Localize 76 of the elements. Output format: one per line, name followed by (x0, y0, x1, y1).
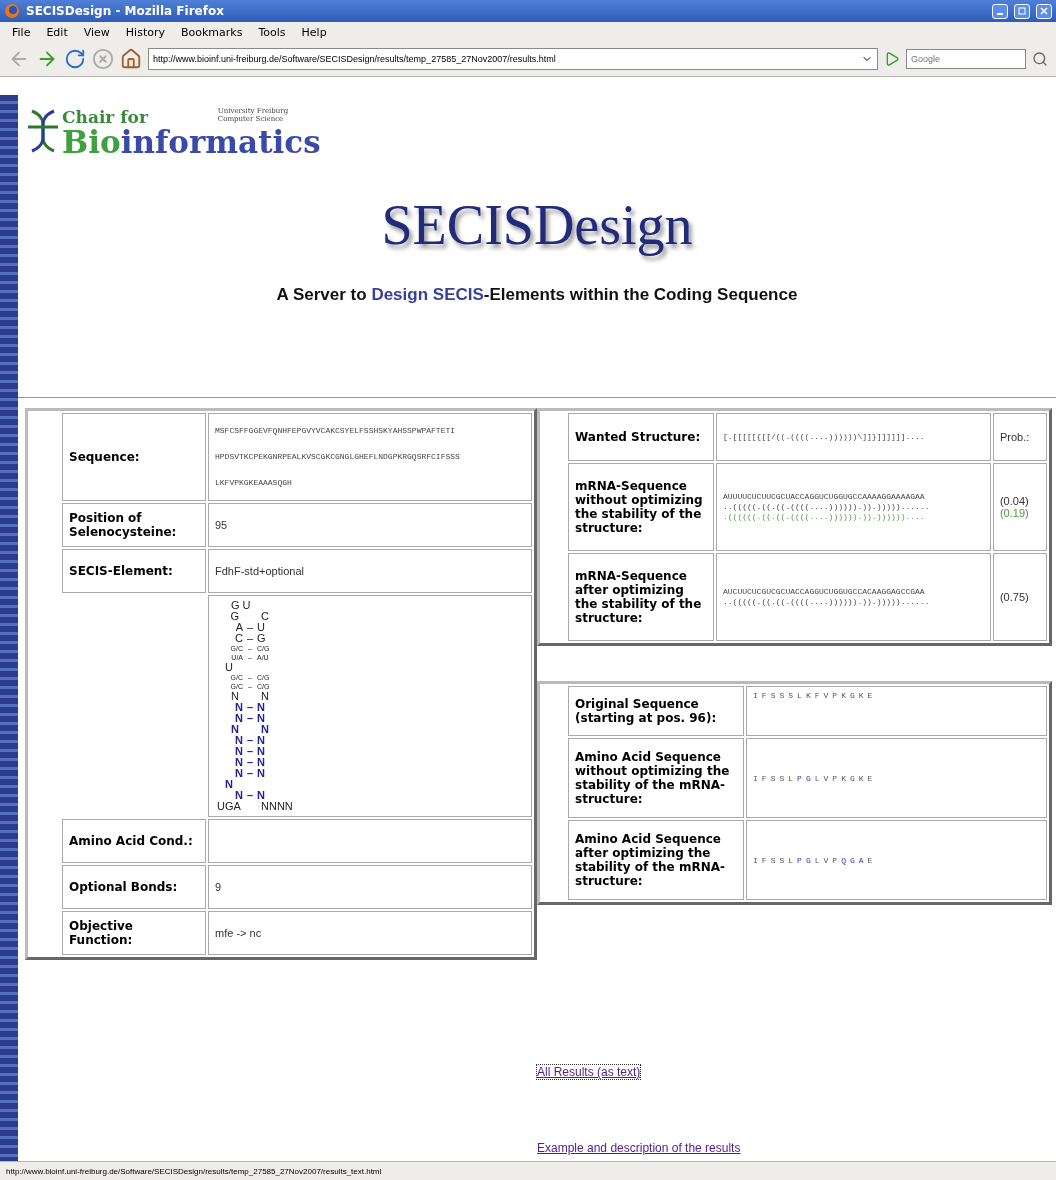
home-button[interactable] (120, 48, 142, 70)
menu-item[interactable]: Bookmarks (173, 25, 251, 39)
sequence-line: AUUUUCUCUUCGCUACCAGGUCUGGUGCCAAAAGGAAAAGAA (723, 492, 925, 502)
window-title: SECISDesign - Mozilla Firefox (26, 4, 225, 18)
menu-item[interactable]: Edit (38, 25, 76, 39)
structure-line: G C (229, 611, 270, 622)
menu-item[interactable]: Tools (250, 25, 294, 39)
address-field[interactable]: http://www.bioinf.uni-freiburg.de/Software/SECISDesign/results/temp_27585_27Nov2007/results.html (148, 48, 878, 70)
structure-line: G U (230, 600, 252, 611)
sequence-line: LKFVPKGKEAAASQGH (215, 478, 292, 488)
row-label: Amino Acid Sequence without optimizing the stability of the mRNA-structure: (568, 738, 744, 818)
table-cell: mfe -> nc (208, 911, 532, 955)
row-label: Original Sequence (starting at pos. 96): (568, 686, 744, 736)
row-label: Amino Acid Cond.: (62, 819, 206, 863)
sequence-line: MSFCSFFGGEVFQNHFEPGVYVCAKCSYELFSSHSKYAHSSPWPAFTETI (215, 426, 456, 436)
row-label: SECIS-Element: (62, 549, 206, 593)
structure-line: N N (230, 724, 270, 735)
browser-logo-icon (4, 3, 20, 19)
row-label: Optional Bonds: (62, 865, 206, 909)
table-cell: FdhF-std+optional (208, 549, 532, 593)
search-button[interactable] (1032, 51, 1048, 67)
close-button[interactable] (1036, 3, 1052, 19)
sequence-line: HPDSVTKCPEKGNRPEALKVSCGKCGNGLGHEFLNDGPKRGQSRFCIFSSS (215, 452, 460, 462)
menu-item[interactable]: File (4, 25, 39, 39)
page-title: SECISDesign (380, 193, 694, 257)
structure-line: UGA NNNN (217, 801, 294, 812)
table-cell: 95 (208, 503, 532, 547)
menu-item[interactable]: View (75, 25, 118, 39)
logo-subtitle: Chair for (62, 107, 148, 127)
row-label: Objective Function: (62, 911, 206, 955)
probability-value: (0.04) (999, 495, 1030, 507)
structure-line: [.[[[[[{[[/((.((((....))))))\]]}]]]]]].... (723, 432, 925, 442)
menu-item[interactable]: Help (293, 25, 335, 39)
status-text: http://www.bioinf.uni-freiburg.de/Software/SECISDesign/results/temp_27585_27Nov2007/results_text.html (6, 1166, 382, 1176)
structure-line: N – N (234, 746, 266, 757)
minimize-button[interactable] (992, 3, 1008, 19)
structure-line: N – N (234, 713, 266, 724)
structure-line: N N (230, 691, 270, 702)
structure-line: N (224, 779, 234, 790)
probability-value: Prob.: (999, 431, 1031, 443)
structure-line: .((((((.((.((.((((....)))))).)).)))))).... (723, 512, 925, 522)
row-label: Wanted Structure: (568, 413, 714, 461)
row-label: Position of Selenocysteine: (62, 503, 206, 547)
maximize-icon (1018, 7, 1026, 15)
helix-logo-icon (26, 107, 60, 155)
amino-acid-sequence: I F S S S L K F V P K G K E (753, 691, 874, 700)
structure-line: U (224, 662, 234, 673)
row-label: mRNA-Sequence after optimizing the stability of the structure: (568, 553, 714, 641)
menu-item[interactable]: History (117, 25, 173, 39)
maximize-button[interactable] (1014, 3, 1030, 19)
text-link[interactable]: All Results (as text) (537, 1065, 641, 1079)
search-field[interactable]: Google (906, 49, 1026, 69)
structure-line: N – N (234, 768, 266, 779)
page-subtitle: A Server to Design SECIS-Elements within the Coding Sequence (275, 285, 799, 305)
table-cell: 9 (208, 865, 532, 909)
row-label: Sequence: (62, 413, 206, 501)
structure-line: ..(((((.((.((.((((....)))))).)).)))))...... (723, 502, 930, 512)
row-label: mRNA-Sequence without optimizing the stability of the structure: (568, 463, 714, 551)
text-link[interactable]: Example and description of the results (537, 1141, 741, 1155)
row-label: Amino Acid Sequence after optimizing the stability of the mRNA-structure: (568, 820, 744, 900)
logo-title: Bioinformatics (62, 127, 321, 157)
structure-line: N – N (234, 702, 266, 713)
sequence-line: AUCUUCUCGUCGCUACCAGGUCUGGUGCCACAAGGAGCCGAA (723, 587, 925, 597)
amino-acid-sequence: I F S S L P G L V P K G K E (753, 773, 874, 783)
reload-button[interactable] (64, 48, 86, 70)
structure-line: N – N (234, 735, 266, 746)
structure-line: ..(((((.((.((.((((....)))))).)).)))))...... (723, 597, 930, 607)
structure-line: C – G (234, 633, 267, 644)
structure-line: N – N (234, 790, 266, 801)
amino-acid-sequence: I F S S L P G L V P Q G A E (753, 855, 874, 865)
probability-value: (0.75) (999, 591, 1030, 603)
go-button[interactable] (884, 51, 900, 67)
structure-line: A – U (234, 622, 266, 633)
probability-value: (0.19) (999, 507, 1030, 519)
close-icon (1040, 7, 1048, 15)
structure-line: N – N (234, 757, 266, 768)
